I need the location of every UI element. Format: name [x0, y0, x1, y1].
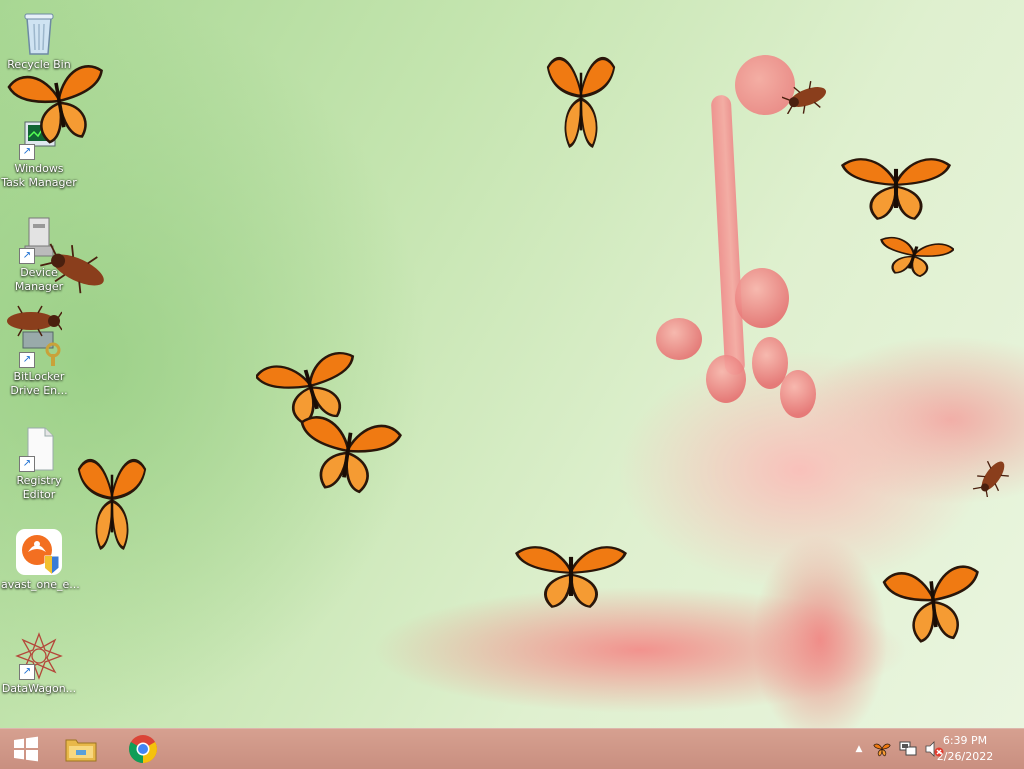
flower-anther [706, 355, 746, 403]
network-icon[interactable] [898, 740, 918, 758]
icon-label: Registry Editor [16, 474, 62, 501]
cockroach-icon [972, 460, 1009, 497]
cockroach-icon [40, 243, 104, 294]
flower-stalk [710, 94, 746, 376]
flower-anther [735, 268, 789, 328]
recycle-bin-icon [15, 8, 63, 56]
shortcut-arrow-icon: ↗ [19, 456, 35, 472]
chrome-icon [129, 735, 157, 763]
butterfly-icon [840, 158, 952, 220]
shortcut-arrow-icon: ↗ [19, 248, 35, 264]
icon-label: DataWagon... [1, 682, 77, 695]
butterfly-icon [880, 236, 954, 278]
file-explorer-button[interactable] [55, 729, 107, 769]
windows-start-icon [14, 736, 38, 762]
desktop-icon-avast[interactable]: avast_one_e... [1, 528, 80, 592]
butterfly-icon [546, 56, 616, 148]
datawagon-icon: ↗ [15, 632, 63, 680]
cockroach-icon [7, 305, 62, 337]
taskbar: ▲ 6:39 PM 2/26/2022 [0, 728, 1024, 769]
butterfly-icon [77, 458, 147, 550]
shortcut-arrow-icon: ↗ [19, 664, 35, 680]
desktop-icon-datawagon[interactable]: ↗ DataWagon... [1, 632, 77, 696]
clock-date: 2/26/2022 [936, 750, 994, 763]
avast-icon [15, 528, 63, 576]
butterfly-icon [300, 416, 402, 494]
chrome-button[interactable] [117, 729, 169, 769]
butterfly-tray-icon[interactable] [872, 741, 892, 757]
icon-label: BitLocker Drive En... [10, 370, 68, 397]
flower-anther [780, 370, 816, 418]
desktop-icon-registry-editor[interactable]: ↗ Registry Editor [1, 424, 77, 502]
show-hidden-icons-button[interactable]: ▲ [850, 744, 868, 754]
cockroach-icon [782, 80, 827, 114]
icon-label: avast_one_e... [1, 578, 80, 591]
registry-editor-icon: ↗ [15, 424, 63, 472]
butterfly-icon [515, 546, 627, 608]
shortcut-arrow-icon: ↗ [19, 352, 35, 368]
file-explorer-icon [65, 739, 97, 762]
desktop[interactable]: Recycle Bin ↗ Windows Task Manager ↗ Devi… [0, 0, 1024, 728]
icon-label: Windows Task Manager [1, 162, 77, 189]
butterfly-icon [7, 65, 103, 144]
shortcut-arrow-icon: ↗ [19, 144, 35, 160]
start-button[interactable] [0, 729, 52, 769]
taskbar-clock[interactable]: 6:39 PM 2/26/2022 [930, 733, 1000, 765]
clock-time: 6:39 PM [942, 734, 988, 747]
butterfly-icon [882, 565, 979, 643]
flower-anther [656, 318, 702, 360]
